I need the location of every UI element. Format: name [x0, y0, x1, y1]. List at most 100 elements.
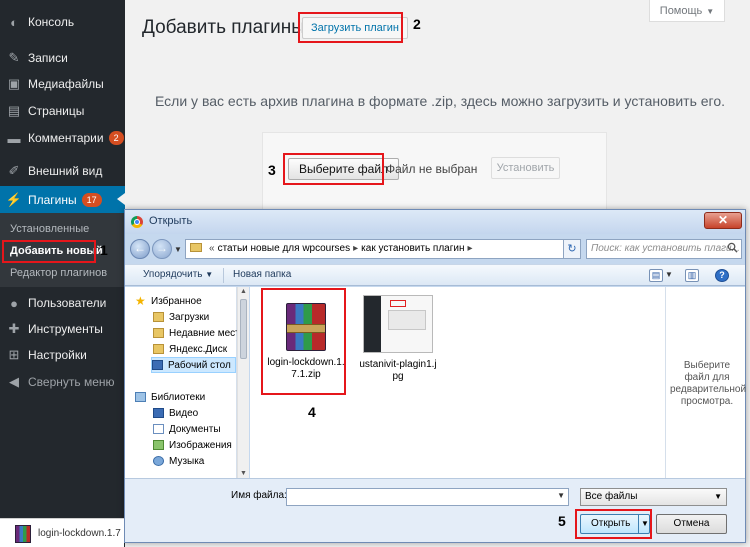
toolbar-divider: [223, 268, 224, 283]
breadcrumb-segment[interactable]: как установить плагин: [361, 243, 464, 254]
organize-menu[interactable]: Упорядочить ▼: [143, 269, 213, 280]
caret-down-icon: ▼: [205, 270, 214, 279]
close-icon: ✕: [717, 213, 729, 227]
nav-item-yandex-disk[interactable]: Яндекс.Диск: [153, 341, 227, 357]
sidebar-item-comments[interactable]: ▬ Комментарии 2: [0, 125, 125, 151]
recent-places-icon: [153, 328, 164, 338]
submenu-plugin-editor[interactable]: Редактор плагинов: [10, 267, 107, 279]
nav-item-music[interactable]: Музыка: [153, 453, 204, 469]
dialog-titlebar[interactable]: Открыть ✕: [125, 210, 745, 234]
preview-pane-icon[interactable]: ▥: [685, 269, 699, 282]
address-field[interactable]: «статьи новые для wpcourses ▸ как установи…: [185, 239, 580, 259]
refresh-button[interactable]: ↻: [563, 239, 581, 259]
nav-item-video[interactable]: Видео: [153, 405, 198, 421]
downloads-folder-icon: [153, 312, 164, 322]
change-view-icon[interactable]: ▤: [649, 269, 663, 282]
download-file-name[interactable]: login-lockdown.1.7: [38, 528, 121, 539]
nav-label: Избранное: [151, 295, 202, 307]
pin-icon: ✎: [8, 50, 20, 65]
filename-label: Имя файла:: [231, 490, 287, 501]
pictures-icon: [153, 440, 164, 450]
sidebar-item-label: Настройки: [28, 348, 87, 362]
nav-pane-scrollbar[interactable]: ▲ ▼: [237, 287, 249, 478]
users-icon: ●: [10, 295, 18, 311]
sidebar-item-media[interactable]: ▣ Медиафайлы: [0, 71, 125, 97]
sidebar-item-posts[interactable]: ✎ Записи: [0, 45, 125, 71]
sidebar-item-pages[interactable]: ▤ Страницы: [0, 98, 125, 124]
plugins-count-badge: 17: [81, 192, 102, 207]
sidebar-item-label: Плагины: [28, 192, 77, 207]
search-icon: [727, 242, 738, 253]
search-placeholder: Поиск: как установить плаги...: [591, 243, 740, 254]
nav-item-pictures[interactable]: Изображения: [153, 437, 232, 453]
admin-sidebar: ◐ Консоль ✎ Записи ▣ Медиафайлы ▤ Страни…: [0, 0, 125, 547]
help-button[interactable]: Помощь ▼: [649, 0, 725, 22]
breadcrumb-separator-icon: ▸: [467, 243, 473, 254]
caret-down-icon[interactable]: ▼: [665, 270, 673, 279]
nav-favorites[interactable]: ★ Избранное: [135, 293, 202, 309]
download-bar: login-lockdown.1.7: [0, 518, 124, 547]
back-button[interactable]: ←: [130, 239, 150, 259]
desktop-icon: [152, 360, 163, 370]
nav-item-recent[interactable]: Недавние места: [153, 325, 245, 341]
organize-label: Упорядочить: [143, 269, 203, 280]
collapse-menu-button[interactable]: ◀ Свернуть меню: [0, 369, 125, 395]
filename-input[interactable]: ▼: [286, 488, 569, 506]
collapse-icon: ◀: [9, 374, 19, 389]
step-number: 1: [100, 242, 108, 258]
libraries-icon: [135, 392, 146, 402]
scroll-down-icon[interactable]: ▼: [240, 470, 247, 477]
documents-icon: [153, 424, 164, 434]
nav-item-desktop[interactable]: Рабочий стол: [151, 357, 236, 373]
nav-label: Рабочий стол: [168, 359, 231, 371]
scrollbar-thumb[interactable]: [240, 299, 247, 359]
file-name: ustanivit-plagin1.jpg: [359, 359, 437, 382]
highlight-add-new: [2, 240, 96, 263]
sidebar-item-dashboard[interactable]: ◐ Консоль: [0, 9, 125, 35]
settings-icon: ⊞: [8, 347, 20, 362]
nav-item-downloads[interactable]: Загрузки: [153, 309, 209, 325]
preview-placeholder-text: Выберите файл для редварительной просмот…: [670, 360, 747, 407]
help-button-label: Помощь: [659, 5, 703, 17]
filetype-select[interactable]: Все файлы ▼: [580, 488, 727, 506]
nav-item-documents[interactable]: Документы: [153, 421, 221, 437]
video-icon: [153, 408, 164, 418]
highlight-open-button: [575, 509, 652, 539]
nav-label: Библиотеки: [151, 391, 206, 403]
install-button[interactable]: Установить: [491, 157, 560, 179]
dialog-close-button[interactable]: ✕: [704, 212, 742, 229]
sidebar-item-users[interactable]: ● Пользователи: [0, 290, 125, 316]
nav-label: Недавние места: [169, 327, 246, 339]
sidebar-item-tools[interactable]: ✚ Инструменты: [0, 316, 125, 342]
nav-label: Музыка: [169, 455, 205, 467]
caret-down-icon: ▼: [714, 492, 722, 501]
step-number: 2: [413, 16, 421, 32]
forward-button[interactable]: →: [152, 239, 172, 259]
step-number: 3: [268, 162, 276, 178]
submenu-installed[interactable]: Установленные: [10, 223, 89, 235]
sidebar-item-label: Свернуть меню: [28, 375, 115, 389]
arrow-left-icon: ←: [134, 241, 146, 255]
navigation-pane: ★ Избранное Загрузки Недавние места Яндек…: [125, 287, 245, 478]
thumbnail-highlight-shape: [390, 300, 406, 307]
sidebar-item-plugins[interactable]: ⚡ Плагины 17: [0, 186, 125, 213]
new-folder-button[interactable]: Новая папка: [233, 269, 291, 280]
dialog-title: Открыть: [149, 215, 193, 227]
scroll-up-icon[interactable]: ▲: [240, 288, 247, 295]
recent-locations-dropdown[interactable]: ▼: [174, 245, 182, 254]
refresh-icon: ↻: [567, 243, 577, 255]
address-bar-row: ← → ▼ «статьи новые для wpcourses ▸ как ус…: [125, 234, 745, 264]
sidebar-item-appearance[interactable]: ✐ Внешний вид: [0, 158, 125, 184]
nav-label: Изображения: [169, 439, 232, 451]
caret-down-icon[interactable]: ▼: [557, 491, 565, 500]
file-item-jpg[interactable]: ustanivit-plagin1.jpg: [358, 293, 438, 383]
cancel-button[interactable]: Отмена: [656, 514, 727, 534]
breadcrumb-segment[interactable]: статьи новые для wpcourses: [218, 243, 351, 254]
sidebar-item-settings[interactable]: ⊞ Настройки: [0, 342, 125, 368]
plugins-icon: ⚡: [5, 191, 23, 207]
step-number: 5: [558, 513, 566, 529]
search-input[interactable]: Поиск: как установить плаги...: [586, 239, 742, 259]
nav-libraries[interactable]: Библиотеки: [135, 389, 205, 405]
help-icon[interactable]: ?: [715, 269, 729, 282]
dialog-footer: Имя файла: ▼ Все файлы ▼ Открыть ▼ Отмен…: [125, 478, 745, 542]
